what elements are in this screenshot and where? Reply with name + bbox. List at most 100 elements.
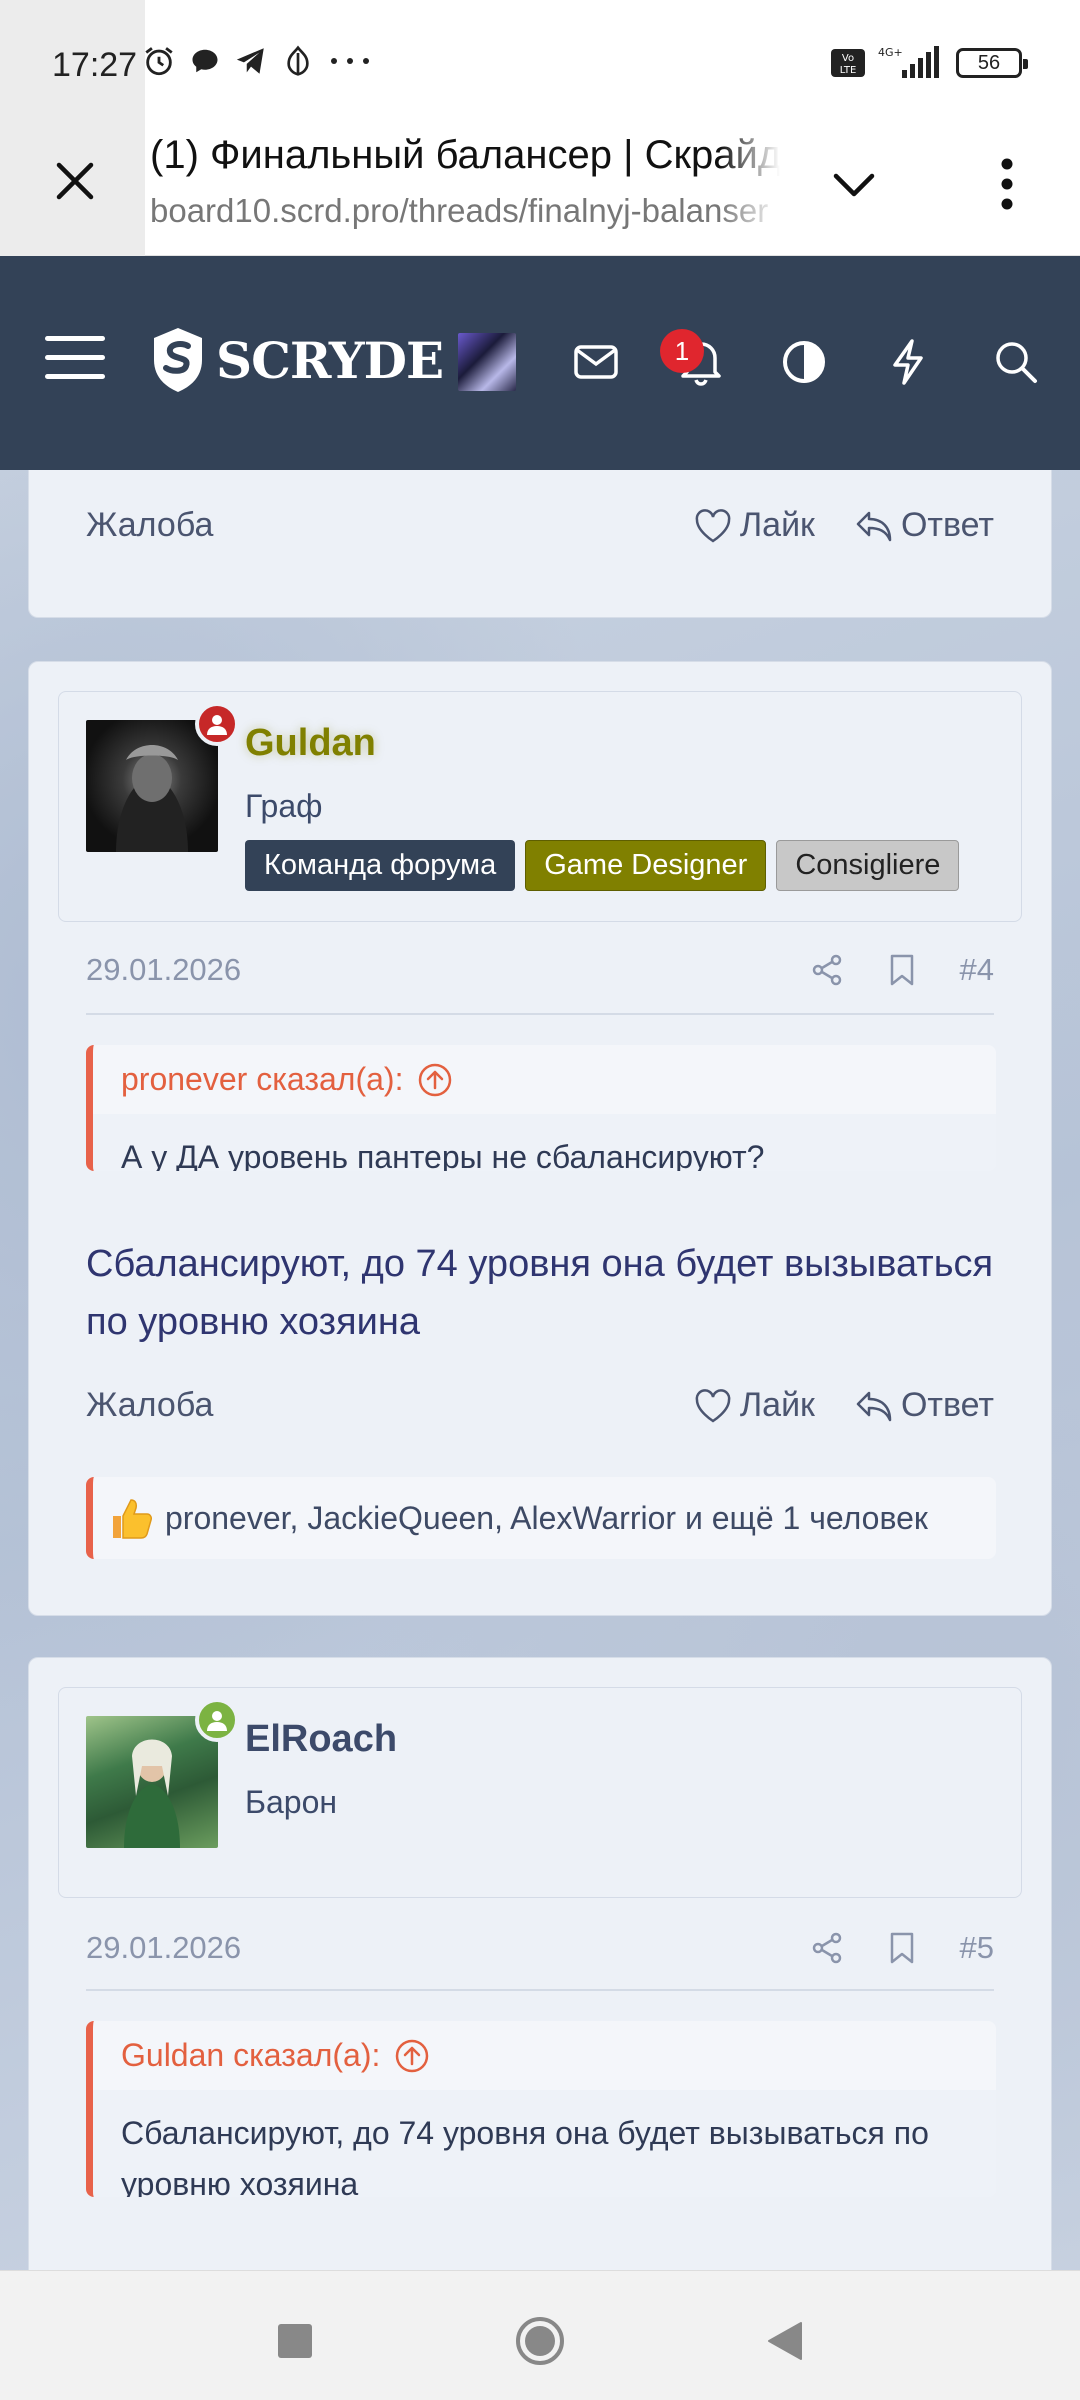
report-link[interactable]: Жалоба — [86, 506, 213, 545]
quote-block: Guldan сказал(а): Сбалансируют, до 74 ур… — [86, 2021, 996, 2197]
status-notification-icons — [142, 44, 372, 78]
post-actions: Жалоба Лайк Ответ — [86, 1386, 994, 1425]
kebab-menu-icon — [1001, 158, 1013, 210]
home-button[interactable] — [510, 2311, 570, 2371]
post-number[interactable]: #4 — [960, 952, 994, 988]
quote-block: pronever сказал(а): А у ДА уровень панте… — [86, 1045, 996, 1171]
post-meta: 29.01.2026 #4 — [86, 952, 994, 988]
previous-post-card: Жалоба Лайк Ответ — [28, 470, 1052, 618]
reactions-bar[interactable]: pronever, JackieQueen, AlexWarrior и ещё… — [86, 1477, 996, 1559]
page-title[interactable]: (1) Финальный балансер | Скрайд — [150, 133, 780, 178]
quote-header[interactable]: Guldan сказал(а): — [93, 2021, 996, 2090]
reply-button[interactable]: Ответ — [855, 506, 994, 545]
post-meta: 29.01.2026 #5 — [86, 1930, 994, 1966]
status-system-icons: Vo LTE 4G+ 56 — [830, 46, 1028, 80]
bookmark-icon[interactable] — [888, 953, 916, 987]
user-info-box: Guldan Граф Команда форума Game Designer… — [58, 691, 1022, 922]
divider — [86, 1013, 994, 1015]
reply-icon — [856, 1391, 892, 1421]
back-button[interactable] — [755, 2311, 815, 2371]
logo-text: SCRYDE — [216, 330, 444, 390]
chevron-down-icon — [833, 173, 875, 197]
svg-text:Vo: Vo — [842, 53, 854, 64]
network-type: 4G+ — [878, 46, 903, 59]
quote-text: А у ДА уровень пантеры не сбалансируют? — [93, 1114, 996, 1171]
thumbs-up-icon — [113, 1499, 152, 1539]
post-actions: Жалоба Лайк Ответ — [86, 506, 994, 545]
reply-button[interactable]: Ответ — [855, 1386, 994, 1425]
post-card-5: ElRoach Барон 29.01.2026 #5 Guldan сказа… — [28, 1657, 1052, 2297]
site-header: SCRYDE 1 — [0, 256, 1080, 470]
system-navigation-bar — [0, 2270, 1080, 2400]
bookmark-icon[interactable] — [888, 1931, 916, 1965]
post-date[interactable]: 29.01.2026 — [86, 1930, 241, 1966]
avatar[interactable] — [86, 1716, 218, 1848]
user-avatar[interactable] — [458, 333, 516, 391]
post-body: Сбалансируют, до 74 уровня она будет выз… — [86, 1243, 994, 1343]
like-button[interactable]: Лайк — [694, 1386, 815, 1425]
quote-author: Guldan сказал(а): — [121, 2037, 381, 2073]
post-card-4: Guldan Граф Команда форума Game Designer… — [28, 661, 1052, 1616]
telegram-icon — [236, 48, 264, 74]
contrast-icon — [783, 341, 825, 383]
chat-icon — [192, 49, 218, 73]
inbox-button[interactable] — [570, 336, 622, 388]
quote-header[interactable]: pronever сказал(а): — [93, 1045, 996, 1114]
envelope-icon — [574, 345, 618, 379]
like-button[interactable]: Лайк — [694, 506, 815, 545]
overflow-menu-button[interactable] — [982, 154, 1032, 214]
close-icon — [56, 162, 94, 200]
post-date[interactable]: 29.01.2026 — [86, 952, 241, 988]
user-rank: Барон — [245, 1784, 338, 1820]
reply-label: Ответ — [900, 506, 994, 544]
quote-author: pronever сказал(а): — [121, 1061, 404, 1097]
report-link[interactable]: Жалоба — [86, 1386, 213, 1425]
alarm-icon — [145, 47, 173, 76]
share-icon[interactable] — [810, 953, 844, 987]
arrow-up-circle-icon — [396, 2039, 429, 2072]
circle-icon — [516, 2317, 564, 2365]
search-button[interactable] — [990, 336, 1042, 388]
user-info-box: ElRoach Барон — [58, 1687, 1022, 1898]
triangle-back-icon — [768, 2322, 802, 2360]
reply-icon — [856, 511, 892, 541]
quote-text: Сбалансируют, до 74 уровня она будет выз… — [93, 2090, 996, 2197]
like-label: Лайк — [739, 506, 815, 544]
expand-button[interactable] — [830, 160, 880, 210]
app-icon — [287, 45, 309, 76]
whats-new-button[interactable] — [882, 336, 934, 388]
volte-icon: VoLTE — [831, 49, 865, 77]
username[interactable]: ElRoach — [245, 1718, 397, 1761]
avatar[interactable] — [86, 720, 218, 852]
badge-consigliere: Consigliere — [776, 840, 960, 891]
page-url[interactable]: board10.scrd.pro/threads/finalnyj-balans… — [150, 192, 780, 230]
user-rank: Граф — [245, 788, 323, 824]
svg-text:LTE: LTE — [840, 65, 857, 76]
signal-icon: 4G+ — [878, 46, 939, 78]
user-badges: Команда форума Game Designer Consigliere — [245, 840, 960, 891]
hamburger-menu-button[interactable] — [45, 336, 105, 384]
arrow-up-circle-icon — [419, 1063, 452, 1096]
theme-toggle-button[interactable] — [778, 336, 830, 388]
post-number[interactable]: #5 — [960, 1930, 994, 1966]
username[interactable]: Guldan — [245, 722, 376, 765]
more-dots-icon — [331, 58, 369, 64]
close-tab-button[interactable] — [48, 154, 102, 208]
battery-icon: 56 — [956, 48, 1028, 78]
square-icon — [278, 2324, 312, 2358]
site-logo[interactable]: SCRYDE — [150, 326, 444, 394]
status-time: 17:27 — [52, 46, 138, 84]
reply-label: Ответ — [900, 1386, 994, 1424]
reactions-list: pronever, JackieQueen, AlexWarrior и ещё… — [165, 1499, 928, 1536]
badge-game-designer: Game Designer — [525, 840, 767, 891]
shield-logo-icon — [154, 328, 202, 392]
lightning-icon — [893, 339, 923, 385]
status-bar: 17:27 Vo LTE 4G+ 56 — [0, 0, 1080, 255]
badge-forum-team: Команда форума — [245, 840, 516, 891]
like-label: Лайк — [739, 1386, 815, 1424]
recents-button[interactable] — [265, 2311, 325, 2371]
search-icon — [996, 342, 1037, 383]
share-icon[interactable] — [810, 1931, 844, 1965]
notification-badge: 1 — [660, 329, 704, 373]
browser-toolbar: (1) Финальный балансер | Скрайд board10.… — [0, 130, 1080, 256]
